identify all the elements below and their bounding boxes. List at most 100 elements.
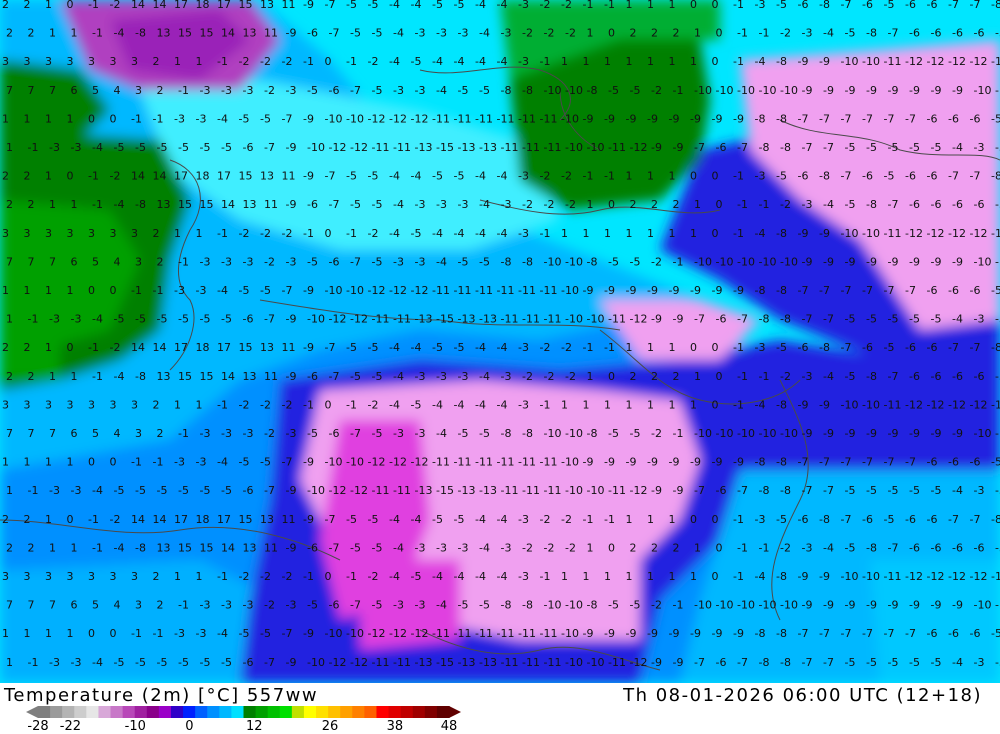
grid-value: -11: [393, 656, 411, 669]
grid-value: 1: [174, 55, 181, 68]
colorbar-cell: [74, 706, 87, 718]
grid-value: -6: [974, 541, 985, 554]
grid-value: -2: [282, 55, 293, 68]
colorbar-cell: [207, 706, 220, 718]
grid-value: -3: [518, 227, 529, 240]
grid-value: -3: [174, 456, 185, 469]
grid-value: -12: [368, 284, 386, 297]
grid-value: 17: [174, 170, 188, 183]
grid-value: -3: [49, 313, 60, 326]
grid-value: -9: [286, 370, 297, 383]
grid-value: 2: [24, 513, 31, 526]
colorbar-cell: [38, 706, 51, 718]
grid-value: -6: [931, 27, 942, 40]
grid-value: -7: [823, 141, 834, 154]
grid-value: -9: [604, 456, 615, 469]
grid-value: -5: [845, 313, 856, 326]
grid-value: -8: [776, 55, 787, 68]
grid-value: -12: [368, 456, 386, 469]
colorbar-cell: [364, 706, 378, 718]
grid-value: -10: [841, 55, 859, 68]
grid-value: 0: [716, 198, 723, 211]
grid-value: 11: [264, 198, 278, 211]
grid-value: 1: [690, 55, 697, 68]
grid-value: 18: [196, 513, 210, 526]
grid-value: -12: [411, 284, 429, 297]
colorbar-cell: [303, 706, 317, 718]
grid-value: 14: [153, 170, 167, 183]
grid-value: 13: [260, 170, 274, 183]
grid-value: -3: [71, 484, 82, 497]
grid-value: 1: [626, 0, 633, 11]
grid-value: -1: [303, 227, 314, 240]
grid-value: -4: [393, 370, 404, 383]
grid-value: -7: [282, 284, 293, 297]
grid-value: 3: [135, 255, 142, 268]
grid-value: -7: [798, 112, 809, 125]
grid-value: 1: [626, 341, 633, 354]
grid-value: -9: [583, 627, 594, 640]
grid-value: -3: [802, 27, 813, 40]
grid-value: -6: [948, 112, 959, 125]
grid-value: 1: [67, 284, 74, 297]
grid-value: -7: [905, 284, 916, 297]
grid-value: -3: [755, 0, 766, 11]
grid-value: 2: [28, 198, 35, 211]
colorbar-cell: [134, 706, 148, 718]
grid-value: 13: [243, 198, 257, 211]
grid-value: -1: [153, 456, 164, 469]
grid-value: -5: [239, 627, 250, 640]
grid-value: -5: [866, 313, 877, 326]
grid-value: -11: [884, 570, 902, 583]
grid-value: -7: [884, 112, 895, 125]
grid-value: -11: [518, 627, 536, 640]
grid-value: -3: [415, 599, 426, 612]
grid-value: -5: [114, 313, 125, 326]
grid-value: -1: [28, 484, 39, 497]
grid-value: 1: [24, 284, 31, 297]
grid-value: -11: [608, 141, 626, 154]
grid-value: -7: [884, 456, 895, 469]
grid-value: -5: [776, 513, 787, 526]
grid-value: -5: [368, 0, 379, 11]
grid-value: -2: [651, 427, 662, 440]
grid-value: -7: [350, 255, 361, 268]
grid-value: -6: [970, 112, 981, 125]
grid-value: 1: [669, 398, 676, 411]
grid-value: 3: [135, 427, 142, 440]
grid-value: -1: [178, 427, 189, 440]
grid-value: 0: [690, 341, 697, 354]
grid-value: -9: [286, 656, 297, 669]
grid-value: 7: [49, 599, 56, 612]
grid-value: -9: [690, 284, 701, 297]
grid-value: -8: [780, 656, 791, 669]
grid-value: -3: [518, 513, 529, 526]
grid-value: -11: [454, 284, 472, 297]
grid-value: 1: [49, 370, 56, 383]
grid-value: -5: [479, 599, 490, 612]
grid-value: -2: [368, 570, 379, 583]
grid-value: -3: [200, 427, 211, 440]
grid-value: -9: [303, 341, 314, 354]
grid-value: 14: [221, 370, 235, 383]
grid-value: 1: [49, 27, 56, 40]
grid-value: -6: [798, 513, 809, 526]
grid-value: -12: [991, 398, 1000, 411]
grid-value: -4: [432, 570, 443, 583]
grid-value: -5: [458, 427, 469, 440]
colorbar-cell: [267, 706, 281, 718]
grid-value: -4: [389, 55, 400, 68]
grid-value: 14: [131, 513, 145, 526]
colorbar-cell: [50, 706, 63, 718]
grid-value: -2: [565, 541, 576, 554]
grid-value: -2: [561, 513, 572, 526]
grid-value: -9: [733, 627, 744, 640]
grid-value: 1: [45, 456, 52, 469]
grid-value: -12: [927, 55, 945, 68]
grid-value: -9: [733, 456, 744, 469]
grid-value: -8: [866, 198, 877, 211]
grid-value: -4: [411, 0, 422, 11]
grid-value: -3: [174, 284, 185, 297]
grid-value: 18: [196, 341, 210, 354]
grid-value: -9: [733, 112, 744, 125]
